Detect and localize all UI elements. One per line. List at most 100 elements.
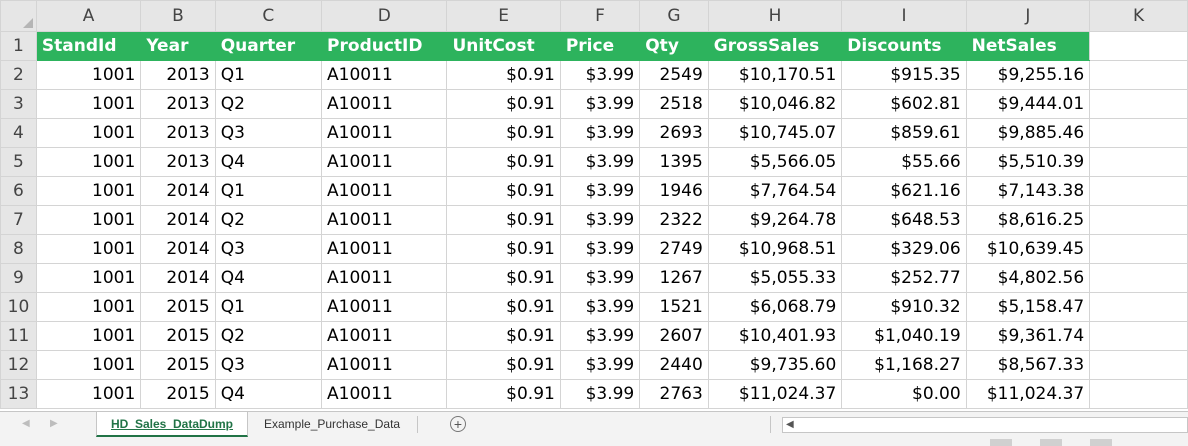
cell-a3[interactable]: 1001	[35, 89, 142, 119]
cell-g11[interactable]: 2607	[639, 321, 709, 351]
cell-c5[interactable]: Q4	[214, 147, 323, 177]
cell-g6[interactable]: 1946	[639, 176, 709, 206]
triangle-right-icon[interactable]: ▶	[50, 418, 58, 429]
cell-k2[interactable]	[1089, 60, 1188, 90]
cell-h8[interactable]: $10,968.51	[707, 234, 843, 264]
cell-c12[interactable]: Q3	[214, 350, 323, 380]
plus-circle-icon[interactable]: +	[450, 416, 466, 432]
cell-h9[interactable]: $5,055.33	[707, 263, 843, 293]
cell-i10[interactable]: $910.32	[841, 292, 967, 322]
cell-a11[interactable]: 1001	[35, 321, 142, 351]
cell-h5[interactable]: $5,566.05	[707, 147, 843, 177]
cell-e12[interactable]: $0.91	[446, 350, 561, 380]
cell-e10[interactable]: $0.91	[446, 292, 561, 322]
spreadsheet-grid[interactable]: A B C D E F G H I J K 1 StandId Year Quarte…	[0, 0, 1188, 411]
column-header[interactable]: B	[140, 0, 216, 32]
cell-g8[interactable]: 2749	[639, 234, 709, 264]
cell-d10[interactable]: A10011	[321, 292, 448, 322]
cell-d3[interactable]: A10011	[321, 89, 448, 119]
cell-b11[interactable]: 2015	[140, 321, 216, 351]
cell-h3[interactable]: $10,046.82	[707, 89, 843, 119]
cell-f9[interactable]: $3.99	[559, 263, 641, 293]
cell-g13[interactable]: 2763	[639, 379, 709, 409]
row-header[interactable]: 13	[0, 379, 37, 409]
row-header[interactable]: 10	[0, 292, 37, 322]
cell-k10[interactable]	[1089, 292, 1188, 322]
cell-k12[interactable]	[1089, 350, 1188, 380]
column-header[interactable]: F	[559, 0, 641, 32]
column-header[interactable]: K	[1089, 0, 1188, 32]
select-all-corner[interactable]	[0, 0, 37, 32]
cell-h11[interactable]: $10,401.93	[707, 321, 843, 351]
cell-h7[interactable]: $9,264.78	[707, 205, 843, 235]
cell-b7[interactable]: 2014	[140, 205, 216, 235]
cell-i12[interactable]: $1,168.27	[841, 350, 967, 380]
column-header[interactable]: A	[35, 0, 142, 32]
cell-j6[interactable]: $7,143.38	[965, 176, 1091, 206]
cell-e1[interactable]: UnitCost	[446, 31, 561, 61]
cell-d13[interactable]: A10011	[321, 379, 448, 409]
cell-h6[interactable]: $7,764.54	[707, 176, 843, 206]
row-header[interactable]: 7	[0, 205, 37, 235]
cell-h13[interactable]: $11,024.37	[707, 379, 843, 409]
cell-j5[interactable]: $5,510.39	[965, 147, 1091, 177]
cell-e7[interactable]: $0.91	[446, 205, 561, 235]
cell-b3[interactable]: 2013	[140, 89, 216, 119]
cell-i11[interactable]: $1,040.19	[841, 321, 967, 351]
cell-c10[interactable]: Q1	[214, 292, 323, 322]
cell-e8[interactable]: $0.91	[446, 234, 561, 264]
cell-d4[interactable]: A10011	[321, 118, 448, 148]
cell-g1[interactable]: Qty	[639, 31, 709, 61]
cell-f1[interactable]: Price	[559, 31, 641, 61]
cell-f8[interactable]: $3.99	[559, 234, 641, 264]
column-header[interactable]: C	[214, 0, 323, 32]
cell-g3[interactable]: 2518	[639, 89, 709, 119]
cell-b2[interactable]: 2013	[140, 60, 216, 90]
cell-a8[interactable]: 1001	[35, 234, 142, 264]
cell-d5[interactable]: A10011	[321, 147, 448, 177]
cell-c7[interactable]: Q2	[214, 205, 323, 235]
normal-view-icon[interactable]	[990, 439, 1012, 446]
cell-a1[interactable]: StandId	[35, 31, 142, 61]
row-header[interactable]: 8	[0, 234, 37, 264]
cell-j7[interactable]: $8,616.25	[965, 205, 1091, 235]
cell-a9[interactable]: 1001	[35, 263, 142, 293]
cell-j10[interactable]: $5,158.47	[965, 292, 1091, 322]
row-header[interactable]: 5	[0, 147, 37, 177]
row-header[interactable]: 4	[0, 118, 37, 148]
row-header[interactable]: 12	[0, 350, 37, 380]
sheet-tab-example-purchase-data[interactable]: Example_Purchase_Data	[252, 412, 412, 437]
cell-k1[interactable]	[1089, 31, 1188, 61]
cell-b10[interactable]: 2015	[140, 292, 216, 322]
cell-i6[interactable]: $621.16	[841, 176, 967, 206]
row-header[interactable]: 1	[0, 31, 37, 61]
cell-k5[interactable]	[1089, 147, 1188, 177]
cell-d12[interactable]: A10011	[321, 350, 448, 380]
cell-d8[interactable]: A10011	[321, 234, 448, 264]
cell-d9[interactable]: A10011	[321, 263, 448, 293]
cell-b6[interactable]: 2014	[140, 176, 216, 206]
cell-a13[interactable]: 1001	[35, 379, 142, 409]
cell-a5[interactable]: 1001	[35, 147, 142, 177]
cell-k3[interactable]	[1089, 89, 1188, 119]
cell-d7[interactable]: A10011	[321, 205, 448, 235]
cell-f10[interactable]: $3.99	[559, 292, 641, 322]
column-header[interactable]: D	[321, 0, 448, 32]
cell-k4[interactable]	[1089, 118, 1188, 148]
cell-c2[interactable]: Q1	[214, 60, 323, 90]
cell-c9[interactable]: Q4	[214, 263, 323, 293]
cell-j8[interactable]: $10,639.45	[965, 234, 1091, 264]
row-header[interactable]: 2	[0, 60, 37, 90]
cell-e2[interactable]: $0.91	[446, 60, 561, 90]
horizontal-scrollbar[interactable]: ◀	[782, 417, 1188, 433]
cell-b9[interactable]: 2014	[140, 263, 216, 293]
cell-g12[interactable]: 2440	[639, 350, 709, 380]
cell-k11[interactable]	[1089, 321, 1188, 351]
cell-i9[interactable]: $252.77	[841, 263, 967, 293]
arrow-left-icon[interactable]: ◀	[786, 419, 794, 430]
cell-g7[interactable]: 2322	[639, 205, 709, 235]
cell-f5[interactable]: $3.99	[559, 147, 641, 177]
column-header[interactable]: J	[965, 0, 1091, 32]
cell-d1[interactable]: ProductID	[321, 31, 448, 61]
cell-d2[interactable]: A10011	[321, 60, 448, 90]
